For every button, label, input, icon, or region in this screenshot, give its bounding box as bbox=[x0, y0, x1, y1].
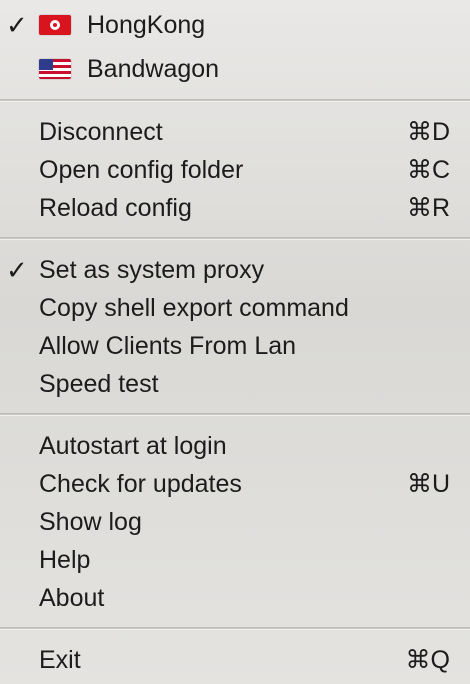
menu-item-open-config-folder[interactable]: Open config folder ⌘C bbox=[0, 151, 470, 189]
menu-separator bbox=[0, 99, 470, 102]
menu-item-label: Reload config bbox=[39, 194, 192, 222]
menu-item-exit[interactable]: Exit ⌘Q bbox=[0, 641, 470, 679]
menu-separator bbox=[0, 237, 470, 240]
menu-item-label: Show log bbox=[39, 508, 142, 536]
menu-item-autostart[interactable]: Autostart at login bbox=[0, 427, 470, 465]
menu-item-label: Open config folder bbox=[39, 156, 244, 184]
menu-item-server-bandwagon[interactable]: Bandwagon bbox=[0, 50, 470, 88]
menu-item-about[interactable]: About bbox=[0, 579, 470, 617]
menu-separator bbox=[0, 627, 470, 630]
checkmark-icon: ✓ bbox=[6, 255, 28, 285]
menu-item-shortcut: ⌘C bbox=[406, 156, 450, 184]
menu-item-label: Exit bbox=[39, 646, 81, 674]
menu-item-set-system-proxy[interactable]: ✓ Set as system proxy bbox=[0, 251, 470, 289]
menu-separator bbox=[0, 413, 470, 416]
tray-menu: ✓ HongKong Bandwagon Disconnect ⌘D Open … bbox=[0, 0, 470, 684]
menu-item-disconnect[interactable]: Disconnect ⌘D bbox=[0, 113, 470, 151]
menu-item-label: Check for updates bbox=[39, 470, 242, 498]
us-flag-icon bbox=[39, 59, 71, 79]
menu-item-label: Allow Clients From Lan bbox=[39, 332, 297, 360]
menu-item-check-updates[interactable]: Check for updates ⌘U bbox=[0, 465, 470, 503]
menu-item-shortcut: ⌘R bbox=[406, 194, 450, 222]
menu-item-label: Help bbox=[39, 546, 91, 574]
checkmark-icon: ✓ bbox=[6, 10, 28, 40]
menu-item-shortcut: ⌘Q bbox=[405, 646, 450, 674]
menu-item-allow-lan[interactable]: Allow Clients From Lan bbox=[0, 327, 470, 365]
menu-item-label: Speed test bbox=[39, 370, 159, 398]
menu-item-server-hongkong[interactable]: ✓ HongKong bbox=[0, 6, 470, 44]
menu-item-copy-shell-export[interactable]: Copy shell export command bbox=[0, 289, 470, 327]
menu-item-label: Set as system proxy bbox=[39, 256, 265, 284]
menu-item-shortcut: ⌘U bbox=[406, 470, 450, 498]
menu-item-label: HongKong bbox=[87, 11, 206, 39]
menu-item-speed-test[interactable]: Speed test bbox=[0, 365, 470, 403]
menu-item-show-log[interactable]: Show log bbox=[0, 503, 470, 541]
menu-item-label: Disconnect bbox=[39, 118, 163, 146]
menu-item-label: Copy shell export command bbox=[39, 294, 349, 322]
menu-item-reload-config[interactable]: Reload config ⌘R bbox=[0, 189, 470, 227]
menu-item-help[interactable]: Help bbox=[0, 541, 470, 579]
menu-item-label: Bandwagon bbox=[87, 55, 220, 83]
menu-item-shortcut: ⌘D bbox=[406, 118, 450, 146]
menu-item-label: Autostart at login bbox=[39, 432, 227, 460]
menu-item-label: About bbox=[39, 584, 105, 612]
hk-flag-icon bbox=[39, 15, 71, 35]
